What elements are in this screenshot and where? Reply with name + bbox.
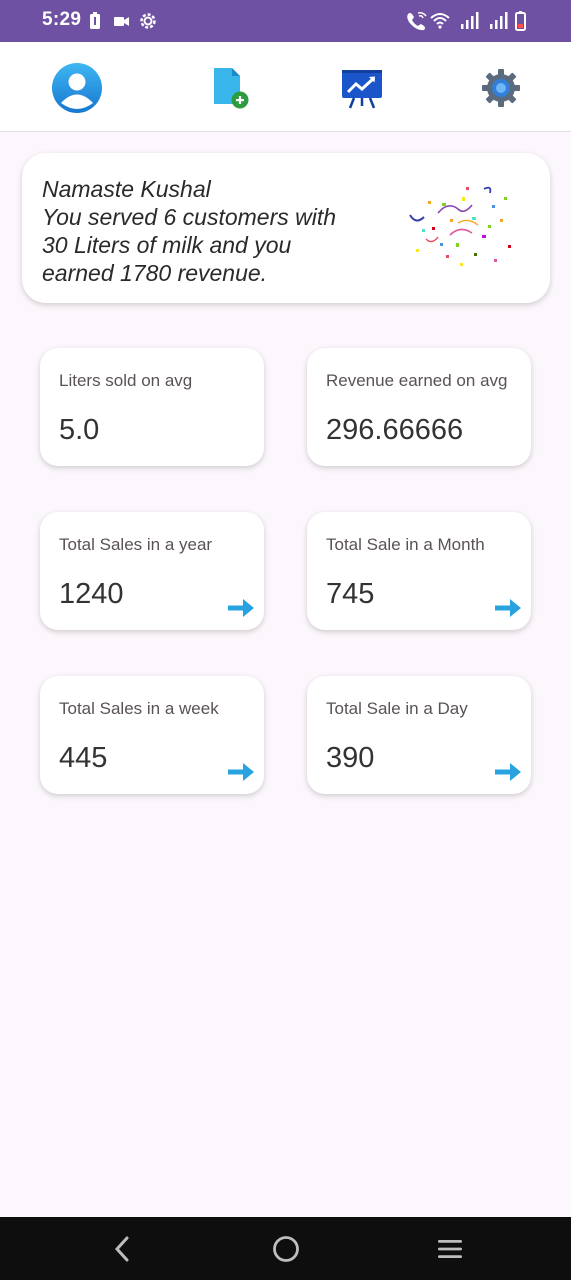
liters-avg-card: Liters sold on avg 5.0 bbox=[40, 348, 264, 466]
sales-chart-icon bbox=[342, 70, 382, 109]
card-label: Total Sales in a week bbox=[59, 699, 219, 718]
arrow-right-icon[interactable] bbox=[226, 596, 256, 620]
revenue-avg-card: Revenue earned on avg 296.66666 bbox=[307, 348, 531, 466]
recents-menu-icon bbox=[438, 1240, 462, 1258]
add-entry-button[interactable] bbox=[198, 60, 254, 116]
greeting-line: 30 Liters of milk and you bbox=[42, 232, 292, 258]
status-bar: 5:29 bbox=[0, 0, 571, 42]
card-value: 445 bbox=[59, 742, 108, 774]
greeting-line: earned 1780 revenue. bbox=[42, 260, 268, 286]
profile-button[interactable] bbox=[49, 60, 105, 116]
greeting-line: You served 6 customers with bbox=[42, 204, 337, 230]
reports-button[interactable] bbox=[334, 60, 390, 116]
yearly-sales-card[interactable]: Total Sales in a year 1240 bbox=[40, 512, 264, 630]
status-right-icons bbox=[406, 10, 531, 37]
settings-gear-icon bbox=[140, 13, 156, 29]
weekly-sales-card[interactable]: Total Sales in a week 445 bbox=[40, 676, 264, 794]
signal-icon bbox=[461, 12, 479, 29]
card-label: Total Sales in a year bbox=[59, 535, 213, 554]
greeting-line: Namaste Kushal bbox=[42, 176, 211, 202]
add-document-icon bbox=[214, 68, 249, 109]
home-icon bbox=[273, 1236, 299, 1262]
back-icon bbox=[114, 1236, 129, 1262]
greeting-message: Namaste Kushal You served 6 customers wi… bbox=[42, 175, 382, 287]
top-toolbar bbox=[0, 42, 571, 132]
signal-icon bbox=[490, 12, 508, 29]
card-label: Revenue earned on avg bbox=[326, 371, 508, 390]
arrow-right-icon[interactable] bbox=[226, 760, 256, 784]
daily-sales-card[interactable]: Total Sale in a Day 390 bbox=[307, 676, 531, 794]
settings-button[interactable] bbox=[473, 60, 529, 116]
arrow-right-icon[interactable] bbox=[493, 596, 523, 620]
battery-icon bbox=[515, 11, 526, 31]
back-button[interactable] bbox=[106, 1233, 138, 1265]
monthly-sales-card[interactable]: Total Sale in a Month 745 bbox=[307, 512, 531, 630]
card-value: 390 bbox=[326, 742, 375, 774]
greeting-card: Namaste Kushal You served 6 customers wi… bbox=[22, 153, 550, 303]
status-time: 5:29 bbox=[42, 9, 82, 30]
wifi-calling-icon bbox=[407, 12, 427, 31]
battery-saver-icon bbox=[90, 12, 100, 29]
profile-avatar-icon bbox=[52, 63, 102, 113]
arrow-right-icon[interactable] bbox=[493, 760, 523, 784]
card-label: Total Sale in a Day bbox=[326, 699, 468, 718]
video-icon bbox=[114, 17, 129, 26]
recents-button[interactable] bbox=[434, 1233, 466, 1265]
card-label: Liters sold on avg bbox=[59, 371, 193, 390]
card-label: Total Sale in a Month bbox=[326, 535, 485, 554]
status-left-icons bbox=[88, 12, 168, 35]
card-value: 296.66666 bbox=[326, 414, 464, 446]
system-nav-bar bbox=[0, 1217, 571, 1280]
card-value: 745 bbox=[326, 578, 375, 610]
card-value: 5.0 bbox=[59, 414, 100, 446]
confetti-icon bbox=[409, 186, 511, 266]
wifi-icon bbox=[430, 13, 450, 29]
home-button[interactable] bbox=[270, 1233, 302, 1265]
settings-gear-icon bbox=[482, 69, 520, 107]
card-value: 1240 bbox=[59, 578, 124, 610]
